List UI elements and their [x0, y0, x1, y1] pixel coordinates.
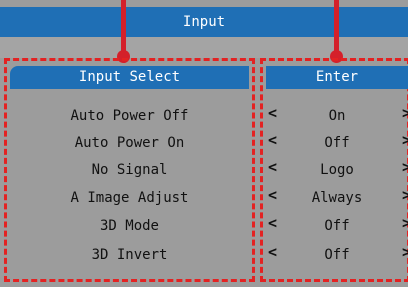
- menu-item-no-signal[interactable]: No Signal: [10, 159, 249, 182]
- chevron-right-icon[interactable]: >: [402, 131, 408, 149]
- value-3d-invert[interactable]: Off: [266, 244, 408, 267]
- chevron-right-icon[interactable]: >: [402, 158, 408, 176]
- title-underbar: [0, 37, 408, 58]
- input-select-header[interactable]: Input Select: [10, 66, 249, 89]
- value-3d-mode[interactable]: Off: [266, 215, 408, 238]
- menu-item-auto-power-on[interactable]: Auto Power On: [10, 132, 249, 155]
- value-a-image-adjust[interactable]: Always: [266, 187, 408, 210]
- menu-item-3d-invert[interactable]: 3D Invert: [10, 244, 249, 267]
- value-auto-power-off[interactable]: On: [266, 105, 408, 128]
- menu-item-a-image-adjust[interactable]: A Image Adjust: [10, 187, 249, 210]
- menu-title: Input: [0, 7, 408, 37]
- callout-pointer-left: [117, 0, 130, 63]
- chevron-right-icon[interactable]: >: [402, 104, 408, 122]
- chevron-right-icon[interactable]: >: [402, 243, 408, 261]
- osd-menu: Input Input Select Enter Auto Power Off …: [0, 0, 408, 287]
- menu-item-auto-power-off[interactable]: Auto Power Off: [10, 105, 249, 128]
- enter-header[interactable]: Enter: [266, 66, 408, 89]
- callout-pointer-right: [330, 0, 343, 63]
- chevron-right-icon[interactable]: >: [402, 186, 408, 204]
- value-no-signal[interactable]: Logo: [266, 159, 408, 182]
- menu-item-3d-mode[interactable]: 3D Mode: [10, 215, 249, 238]
- chevron-right-icon[interactable]: >: [402, 214, 408, 232]
- value-auto-power-on[interactable]: Off: [266, 132, 408, 155]
